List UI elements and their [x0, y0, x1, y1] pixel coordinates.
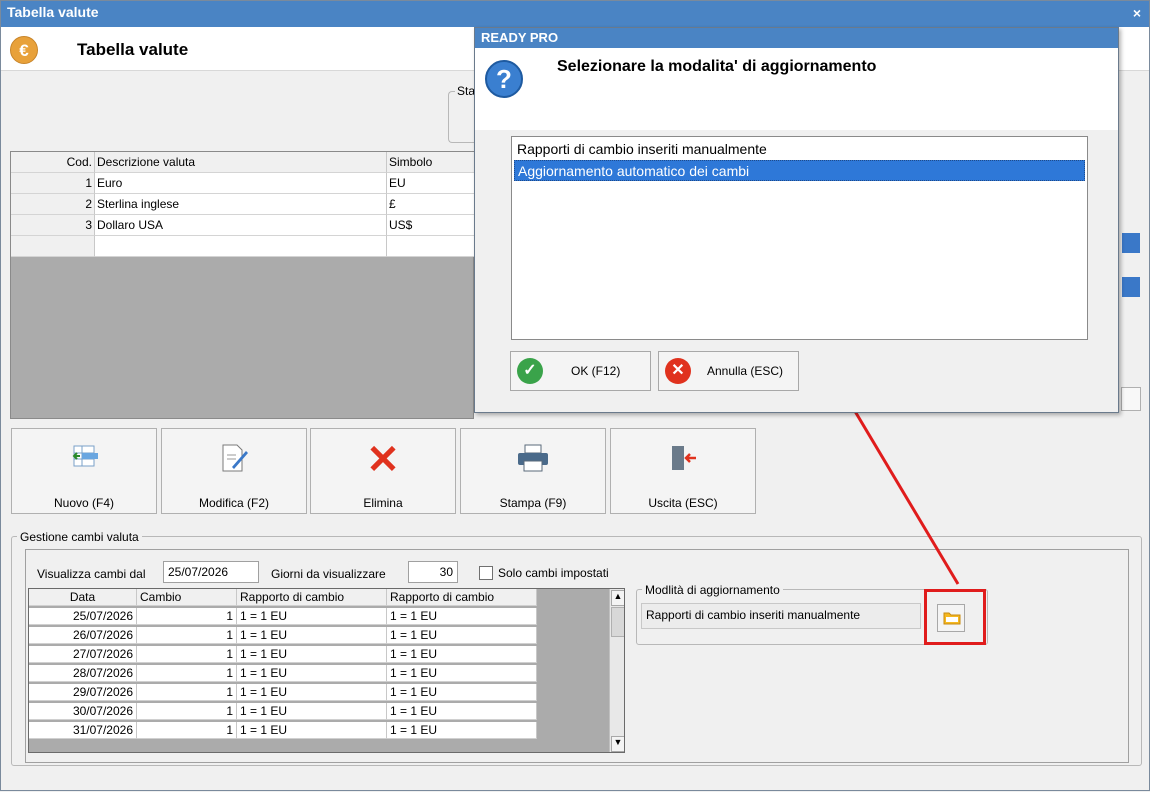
dialog-header: ? Selezionare la modalita' di aggiorname… [475, 48, 1118, 130]
cancel-icon: ✕ [665, 358, 691, 384]
check-icon: ✓ [517, 358, 543, 384]
dialog-title: READY PRO [475, 28, 1118, 48]
cancel-button[interactable]: ✕ Annulla (ESC) [658, 351, 799, 391]
ok-label: OK (F12) [571, 364, 621, 378]
list-item-selected[interactable]: Aggiornamento automatico dei cambi [514, 160, 1085, 181]
cancel-label: Annulla (ESC) [707, 364, 784, 378]
mode-dialog: READY PRO ? Selezionare la modalita' di … [474, 27, 1119, 413]
list-item[interactable]: Rapporti di cambio inseriti manualmente [514, 139, 1085, 160]
ok-button[interactable]: ✓ OK (F12) [510, 351, 651, 391]
question-icon: ? [485, 60, 523, 98]
main-window: Tabella valute × € Tabella valute Sta Co… [0, 0, 1150, 791]
dialog-question: Selezionare la modalita' di aggiornament… [557, 58, 877, 75]
mode-listbox[interactable]: Rapporti di cambio inseriti manualmente … [511, 136, 1088, 340]
